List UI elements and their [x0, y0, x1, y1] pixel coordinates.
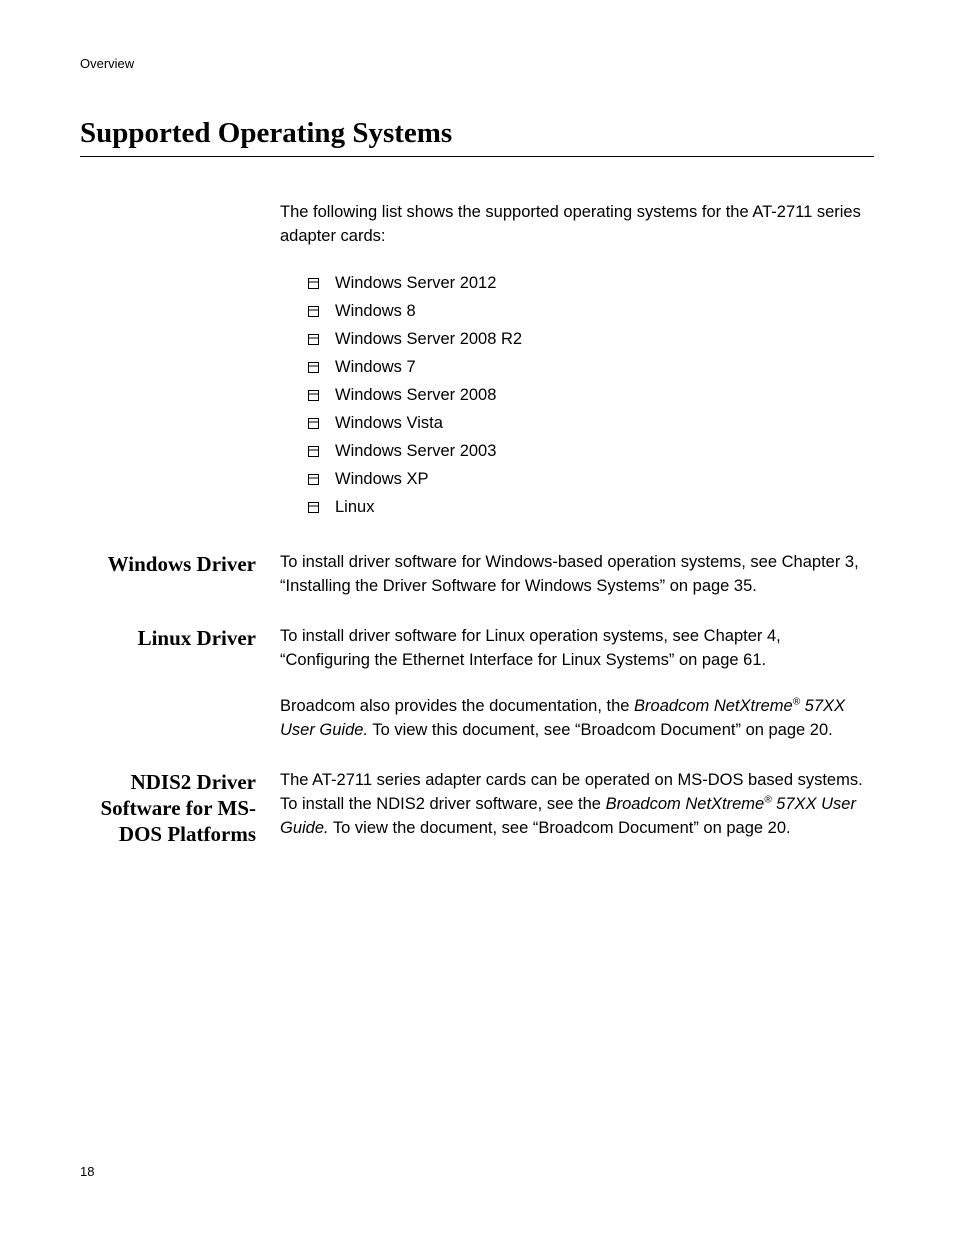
list-item-label: Windows Server 2008 R2 — [335, 325, 522, 353]
list-item-label: Windows Server 2008 — [335, 381, 496, 409]
section-linux-driver: Linux Driver To install driver software … — [80, 625, 874, 743]
section-body: To install driver software for Linux ope… — [280, 625, 874, 743]
intro-block: The following list shows the supported o… — [280, 201, 874, 521]
checkbox-bullet-icon — [308, 390, 319, 401]
paragraph: The AT-2711 series adapter cards can be … — [280, 769, 874, 841]
section-windows-driver: Windows Driver To install driver softwar… — [80, 551, 874, 599]
list-item-label: Windows Server 2003 — [335, 437, 496, 465]
side-heading: Windows Driver — [80, 551, 280, 577]
checkbox-bullet-icon — [308, 362, 319, 373]
section-body: To install driver software for Windows-b… — [280, 551, 874, 599]
checkbox-bullet-icon — [308, 446, 319, 457]
list-item-label: Windows Server 2012 — [335, 269, 496, 297]
checkbox-bullet-icon — [308, 474, 319, 485]
list-item: Windows Server 2008 R2 — [308, 325, 874, 353]
section-body: The AT-2711 series adapter cards can be … — [280, 769, 874, 841]
list-item-label: Windows 8 — [335, 297, 416, 325]
side-heading: NDIS2 Driver Software for MS-DOS Platfor… — [80, 769, 280, 848]
list-item-label: Windows Vista — [335, 409, 443, 437]
checkbox-bullet-icon — [308, 278, 319, 289]
paragraph: Broadcom also provides the documentation… — [280, 695, 874, 743]
running-head: Overview — [80, 56, 874, 71]
paragraph: To install driver software for Linux ope… — [280, 625, 874, 673]
page-number: 18 — [80, 1164, 94, 1179]
list-item: Windows Vista — [308, 409, 874, 437]
intro-paragraph: The following list shows the supported o… — [280, 201, 874, 249]
list-item: Windows Server 2003 — [308, 437, 874, 465]
page-title: Supported Operating Systems — [80, 117, 874, 157]
list-item: Windows XP — [308, 465, 874, 493]
list-item: Windows 8 — [308, 297, 874, 325]
checkbox-bullet-icon — [308, 418, 319, 429]
side-heading: Linux Driver — [80, 625, 280, 651]
list-item: Windows 7 — [308, 353, 874, 381]
checkbox-bullet-icon — [308, 502, 319, 513]
list-item: Windows Server 2012 — [308, 269, 874, 297]
list-item-label: Windows XP — [335, 465, 429, 493]
list-item-label: Linux — [335, 493, 374, 521]
checkbox-bullet-icon — [308, 306, 319, 317]
os-list: Windows Server 2012 Windows 8 Windows Se… — [308, 269, 874, 521]
list-item-label: Windows 7 — [335, 353, 416, 381]
checkbox-bullet-icon — [308, 334, 319, 345]
paragraph: To install driver software for Windows-b… — [280, 551, 874, 599]
list-item: Linux — [308, 493, 874, 521]
list-item: Windows Server 2008 — [308, 381, 874, 409]
section-ndis2-driver: NDIS2 Driver Software for MS-DOS Platfor… — [80, 769, 874, 848]
